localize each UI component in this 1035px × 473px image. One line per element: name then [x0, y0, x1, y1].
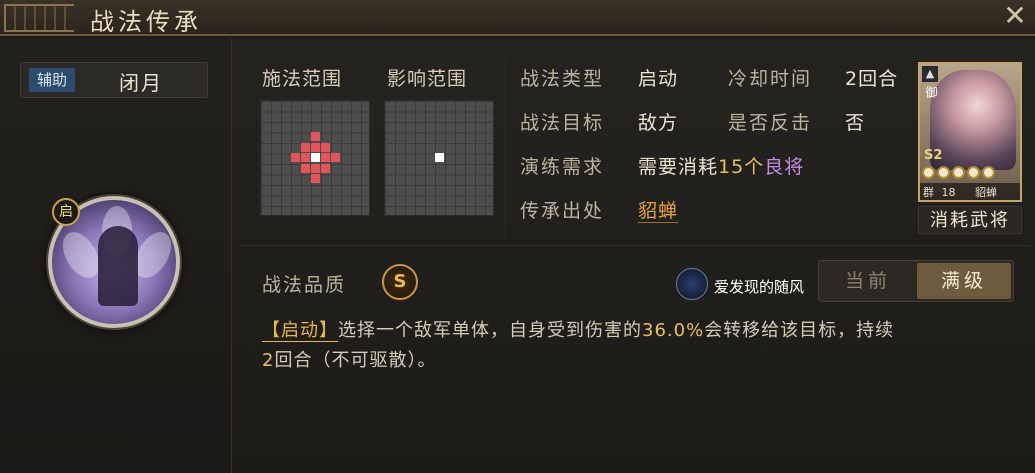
description-tag: 【启动】 [262, 320, 338, 342]
effect-range-grid [384, 100, 494, 216]
cast-range-grid [260, 100, 370, 216]
training-value: 需要消耗15个良将 [638, 152, 804, 179]
skill-description: 【启动】选择一个敌军单体，自身受到伤害的36.0%会转移给该目标，持续 2回合（不… [262, 316, 1022, 376]
role-tag: 辅助 [29, 68, 75, 92]
quality-label: 战法品质 [262, 274, 347, 296]
description-percent: 36.0% [642, 320, 705, 341]
card-bottom-bar: 群 18 貂蝉 [920, 183, 1020, 200]
star-icon [922, 166, 935, 179]
counter-label: 是否反击 [728, 112, 813, 134]
general-portrait [930, 70, 1016, 170]
card-side-text: 御 [924, 86, 938, 98]
cooldown-label: 冷却时间 [728, 68, 813, 90]
source-general-link[interactable]: 貂蝉 [638, 200, 679, 223]
section-divider [240, 245, 1030, 246]
source-label: 传承出处 [520, 200, 605, 222]
skill-name: 闭月 [119, 71, 163, 95]
description-part1: 选择一个敌军单体，自身受到伤害的 [338, 320, 642, 341]
faction-icon: ▲ [922, 66, 938, 82]
card-cost: 18 [941, 186, 956, 199]
title-bar: 战法传承 ✕ [0, 0, 1035, 36]
description-turns: 2 [262, 350, 275, 371]
cooldown-value: 2回合 [845, 68, 899, 90]
card-faction: 群 [923, 186, 934, 199]
training-quality: 良将 [764, 156, 805, 178]
skill-type-value: 启动 [638, 68, 679, 90]
tab-max-level[interactable]: 满级 [917, 263, 1011, 299]
star-icon [982, 166, 995, 179]
card-name: 貂蝉 [975, 186, 997, 199]
divider [505, 60, 506, 240]
general-card[interactable]: ▲ 御 S2 群 18 貂蝉 [918, 62, 1022, 202]
training-prefix: 需要消耗 [638, 156, 719, 178]
star-icon [937, 166, 950, 179]
star-icon [967, 166, 980, 179]
description-part2: 会转移给该目标，持续 [704, 320, 895, 341]
watermark-text: 爱发现的随风 [714, 278, 805, 296]
training-count: 15个 [718, 156, 765, 178]
level-toggle: 当前 满级 [818, 260, 1014, 302]
cast-range-label: 施法范围 [262, 68, 343, 90]
counter-value: 否 [845, 112, 866, 134]
season-label: S2 [924, 148, 943, 163]
source-value-wrap: 貂蝉 [638, 196, 679, 223]
effect-range-label: 影响范围 [387, 68, 468, 90]
target-value: 敌方 [638, 112, 679, 134]
close-button[interactable]: ✕ [999, 0, 1031, 32]
start-type-badge: 启 [52, 198, 80, 226]
star-icon [952, 166, 965, 179]
skill-type-label: 战法类型 [520, 68, 605, 90]
watermark-logo-icon [676, 268, 708, 300]
target-label: 战法目标 [520, 112, 605, 134]
star-rating [922, 164, 1018, 180]
training-label: 演练需求 [520, 156, 605, 178]
title-ornament-icon [4, 4, 74, 32]
consume-general-caption: 消耗武将 [918, 206, 1022, 234]
quality-grade-badge: S [382, 264, 418, 300]
window-title: 战法传承 [90, 8, 202, 36]
tab-current-level[interactable]: 当前 [821, 263, 915, 299]
description-part3: 回合（不可驱散）。 [274, 350, 437, 371]
skill-name-bar: 辅助 闭月 [20, 62, 208, 98]
